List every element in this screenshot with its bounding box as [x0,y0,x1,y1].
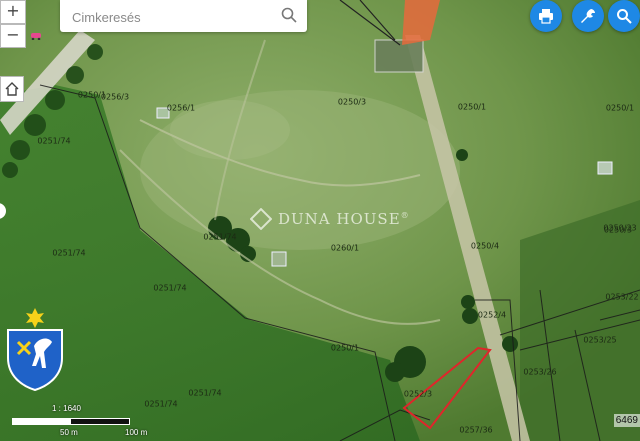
search-map-button[interactable] [608,0,640,32]
duna-house-logo-icon [250,208,272,230]
zoom-in-button[interactable]: + [0,0,26,24]
parcel-label: 0252/3 [403,389,433,399]
parcel-label: 0256/3 [100,92,130,102]
watermark: DUNA HOUSE® [250,208,410,230]
watermark-text: DUNA HOUSE® [278,210,410,228]
home-icon [5,82,19,96]
parcel-label: 0251/74 [203,232,237,242]
wrench-icon [581,9,595,23]
parcel-label: 0251/74 [188,388,222,398]
tools-button[interactable] [572,0,604,32]
parcel-label: 0256/1 [166,103,196,113]
parcel-label: 0250/1 [457,102,487,112]
zoom-out-button[interactable]: − [0,24,26,48]
parcel-label: 0250/3 [337,97,367,107]
scale-segment-b [70,418,130,425]
search-icon[interactable] [281,7,297,23]
scale-mid-label: 50 m [60,428,78,437]
corner-number: 6469 [613,414,640,427]
car-icon [31,33,41,40]
scale-ratio: 1 : 1640 [52,404,81,413]
parcel-label: 0251/74 [153,283,187,293]
search-input[interactable] [70,6,279,28]
parcel-label: 0253/22 [605,292,639,302]
parcel-label: 0260/1 [330,243,360,253]
scale-segment-a [12,418,70,425]
parcel-label: 0251/74 [37,136,71,146]
parcel-label: 0251/74 [52,248,86,258]
parcel-label: 0250/4 [470,241,500,251]
parcel-label: 0253/26 [523,367,557,377]
print-button[interactable] [530,0,562,32]
scale-bar: 1 : 1640 50 m 100 m [10,404,220,440]
coat-of-arms-logo [7,308,63,392]
parcel-label: 0250/23 [603,223,637,233]
parcel-label: 0252/4 [477,310,507,320]
parcel-label: 0250/1 [330,343,360,353]
parcel-label: 0253/25 [583,335,617,345]
parcel-label: 0257/36 [459,425,493,435]
home-button[interactable] [0,76,24,102]
search-icon [617,9,632,24]
address-search [60,0,307,32]
parcel-label: 0250/1 [605,103,635,113]
print-icon [539,9,553,24]
scale-end-label: 100 m [125,428,148,437]
